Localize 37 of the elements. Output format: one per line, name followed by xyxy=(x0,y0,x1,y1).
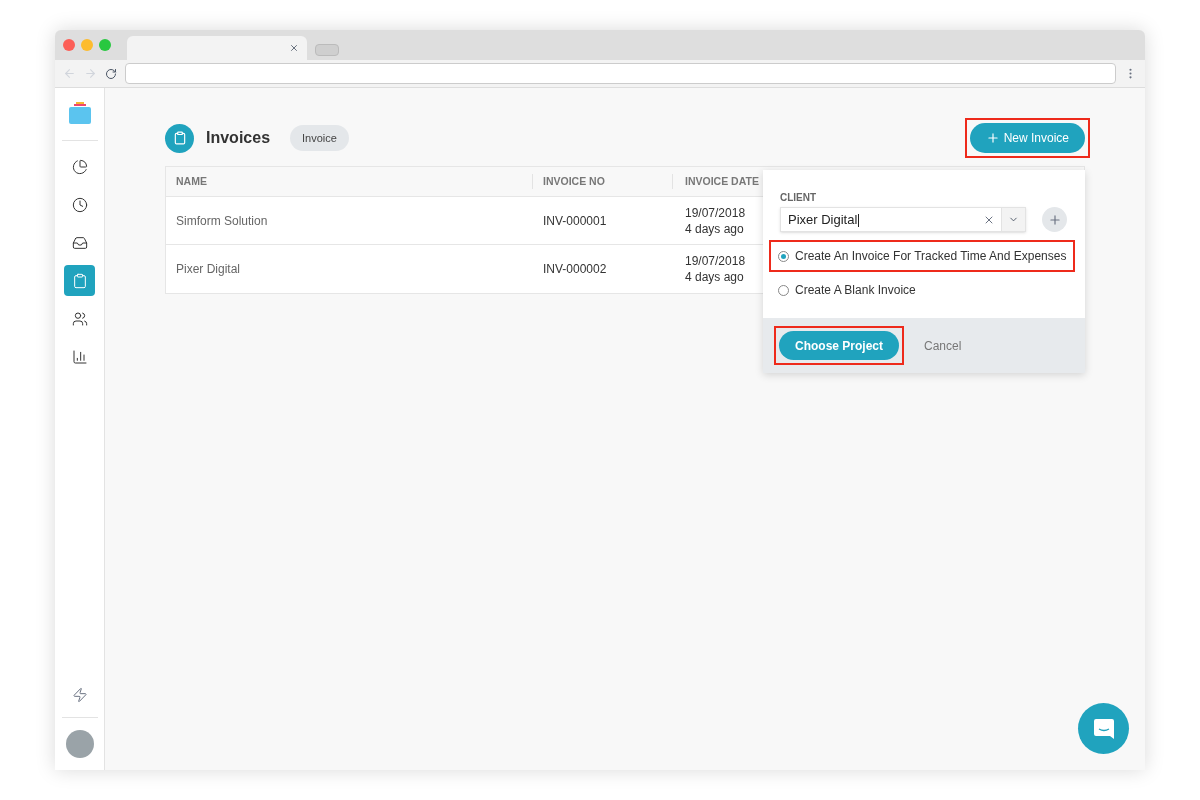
column-header: INVOICE NO xyxy=(543,174,605,187)
relative-date: 4 days ago xyxy=(685,269,745,285)
pie-chart-icon xyxy=(71,158,88,175)
plus-icon xyxy=(985,131,1000,145)
plus-icon xyxy=(1047,212,1062,227)
table-cell: 19/07/2018 xyxy=(685,253,746,269)
client-value: Pixer Digital xyxy=(787,210,861,229)
table-cell: INV-000002 xyxy=(543,262,607,276)
radio-option[interactable]: Create An Invoice For Tracked Time And Expenses xyxy=(778,247,1067,265)
table-cell: Pixer Digital xyxy=(176,262,241,276)
users-icon xyxy=(71,310,88,327)
chat-button[interactable] xyxy=(1078,703,1129,754)
table-cell: 19/07/2018 xyxy=(685,204,746,221)
table-cell: INV-000001 xyxy=(543,213,607,228)
logo-icon[interactable] xyxy=(68,102,91,124)
lightning-icon[interactable] xyxy=(71,687,88,703)
close-tab-icon[interactable] xyxy=(289,43,299,53)
clipboard-icon xyxy=(172,131,187,145)
page-title: Invoices xyxy=(206,128,271,148)
client-select[interactable]: Pixer Digital xyxy=(780,207,1026,232)
clipboard-icon xyxy=(71,272,88,289)
add-client-button[interactable] xyxy=(1042,207,1067,232)
relative-date: 4 days ago xyxy=(685,220,745,237)
column-header: INVOICE DATE xyxy=(685,174,759,187)
bar-chart-icon xyxy=(71,348,88,365)
address-bar[interactable] xyxy=(125,63,1116,84)
invoice-tag[interactable]: Invoice xyxy=(290,125,349,151)
reload-icon[interactable] xyxy=(105,67,117,80)
table-cell: Simform Solution xyxy=(176,213,268,228)
chat-bubble-icon xyxy=(1092,717,1115,740)
radio-option[interactable]: Create A Blank Invoice xyxy=(778,281,916,299)
clock-icon xyxy=(71,196,88,213)
column-header: NAME xyxy=(176,174,207,187)
inbox-icon xyxy=(71,234,88,251)
avatar[interactable] xyxy=(65,730,94,758)
cancel-button[interactable]: Cancel xyxy=(924,336,962,355)
text-cursor xyxy=(858,213,860,227)
